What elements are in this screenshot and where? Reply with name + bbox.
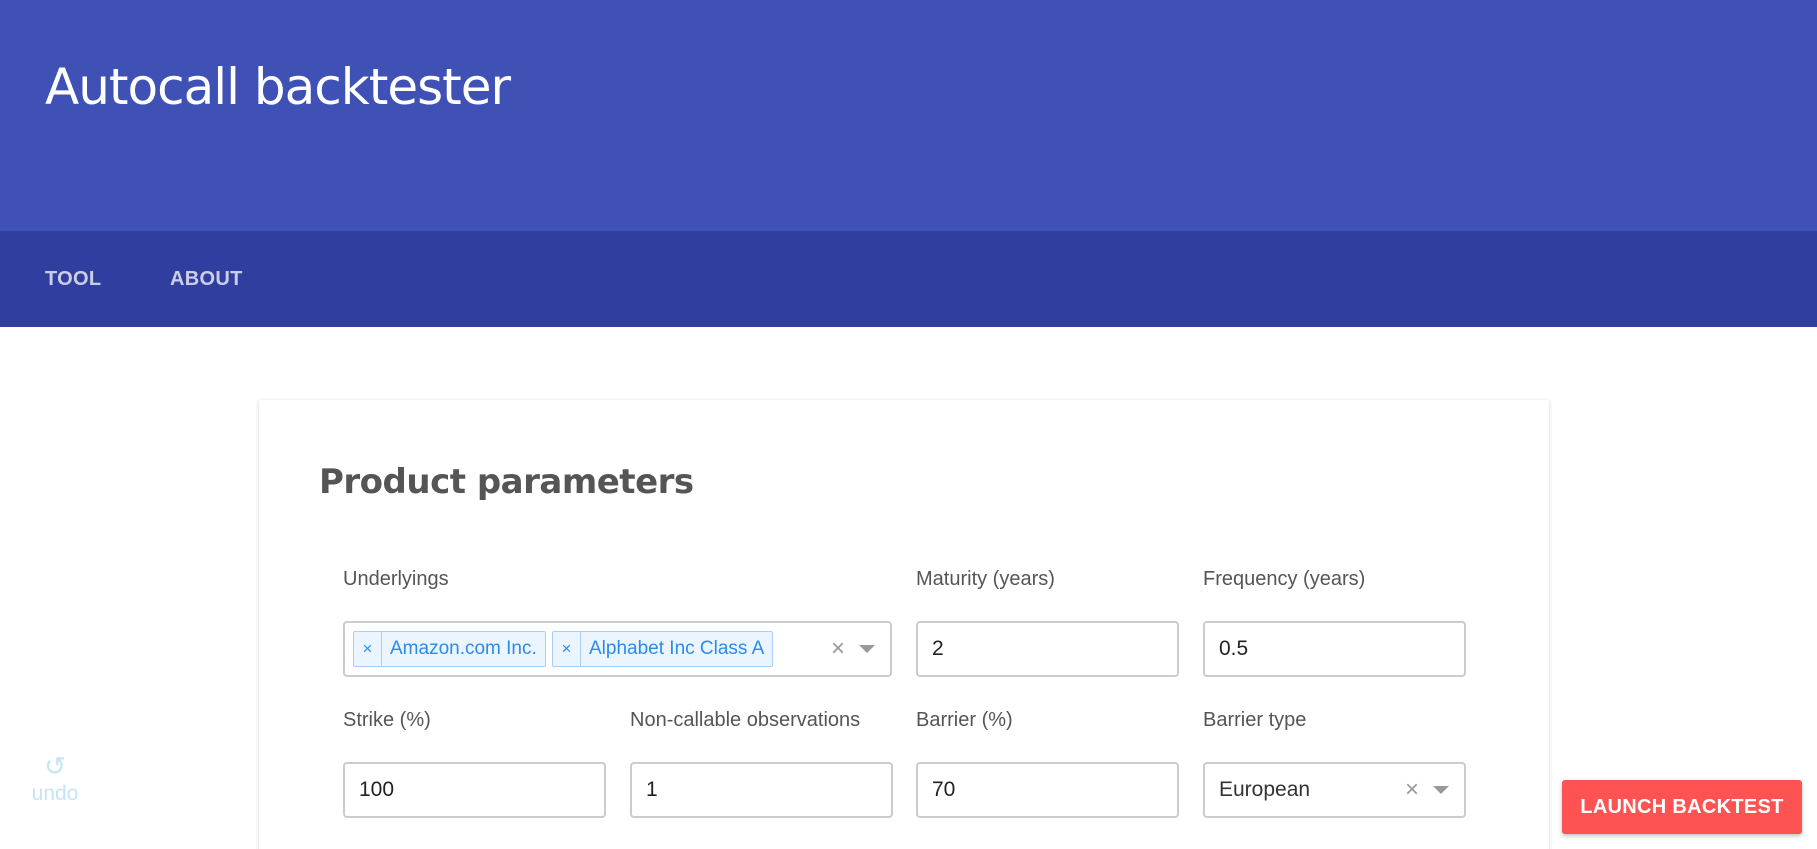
- frequency-label: Frequency (years): [1203, 568, 1366, 590]
- barrier-label: Barrier (%): [916, 709, 1013, 731]
- undo-label: undo: [31, 782, 79, 805]
- strike-input[interactable]: [343, 762, 606, 818]
- card-title: Product parameters: [319, 462, 694, 502]
- maturity-label: Maturity (years): [916, 568, 1055, 590]
- underlyings-label: Underlyings: [343, 568, 449, 590]
- clear-icon[interactable]: ×: [831, 623, 845, 675]
- tab-about[interactable]: ABOUT: [170, 231, 243, 327]
- barrier-type-select[interactable]: European ×: [1203, 762, 1466, 818]
- chip-alphabet: × Alphabet Inc Class A: [552, 631, 774, 667]
- chip-remove-icon[interactable]: ×: [553, 632, 581, 666]
- underlyings-select[interactable]: × Amazon.com Inc. × Alphabet Inc Class A…: [343, 621, 892, 677]
- chevron-down-icon[interactable]: [1433, 786, 1449, 794]
- barrier-type-label: Barrier type: [1203, 709, 1307, 731]
- undo-button[interactable]: ↺ undo: [28, 752, 82, 806]
- non-callable-input[interactable]: [630, 762, 893, 818]
- undo-icon: ↺: [44, 751, 66, 781]
- tab-tool[interactable]: TOOL: [45, 231, 101, 327]
- strike-label: Strike (%): [343, 709, 431, 731]
- tab-bar: TOOL ABOUT: [0, 231, 1817, 327]
- launch-backtest-button[interactable]: LAUNCH BACKTEST: [1562, 780, 1802, 834]
- maturity-input[interactable]: [916, 621, 1179, 677]
- app-title: Autocall backtester: [45, 58, 511, 116]
- frequency-input[interactable]: [1203, 621, 1466, 677]
- product-parameters-card: Product parameters Underlyings Maturity …: [259, 400, 1549, 849]
- chevron-down-icon[interactable]: [859, 645, 875, 653]
- chip-label: Alphabet Inc Class A: [589, 638, 765, 659]
- clear-icon[interactable]: ×: [1405, 764, 1419, 816]
- chip-remove-icon[interactable]: ×: [354, 632, 382, 666]
- non-callable-label: Non-callable observations: [630, 709, 861, 731]
- barrier-type-value: European: [1219, 778, 1311, 801]
- barrier-input[interactable]: [916, 762, 1179, 818]
- header-banner: Autocall backtester: [0, 0, 1817, 231]
- chip-amazon: × Amazon.com Inc.: [353, 631, 546, 667]
- chip-label: Amazon.com Inc.: [390, 638, 537, 659]
